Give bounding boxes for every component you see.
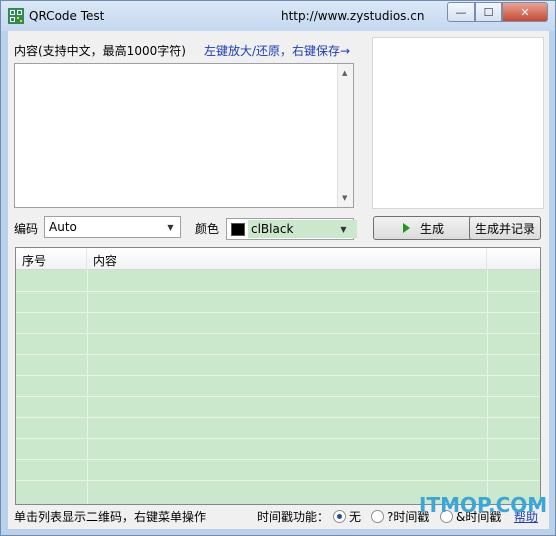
grid-line [16,438,540,439]
app-icon [8,8,24,24]
content-label: 内容(支持中文，最高1000字符) [14,44,186,58]
chevron-down-icon[interactable]: ▼ [335,220,352,238]
generate-record-button[interactable]: 生成并记录 [469,216,541,240]
grid-line [16,375,540,376]
column-header-index[interactable]: 序号 [16,248,87,270]
qrcode-preview[interactable] [372,37,544,209]
chevron-down-icon[interactable]: ▼ [162,218,179,236]
column-header-blank [487,248,540,270]
grid-line [16,480,540,481]
close-button[interactable]: ✕ [502,2,548,22]
grid-line [16,333,540,334]
site-watermark: ITMOP.COM [419,493,548,517]
generate-button[interactable]: 生成 [373,216,474,240]
timestamp-label: 时间戳功能： [257,510,330,524]
scroll-down-icon[interactable]: ▼ [342,194,347,202]
grid-line [16,459,540,460]
app-window: QRCode Test http://www.zystudios.cn — ☐ … [0,0,556,536]
encoding-value: Auto [49,220,77,234]
zoom-save-hint: 左键放大/还原，右键保存→ [204,44,351,58]
generate-record-label: 生成并记录 [474,221,535,236]
encoding-select[interactable]: Auto ▼ [44,216,181,238]
grid-line [16,396,540,397]
color-label: 颜色 [195,222,220,236]
generate-label: 生成 [419,221,444,236]
client-area: 内容(支持中文，最高1000字符) 左键放大/还原，右键保存→ ▲ ▼ 编码 A… [8,31,549,529]
radio-none-label[interactable]: 无 [349,508,361,525]
column-header-content[interactable]: 内容 [87,248,487,270]
content-textarea[interactable]: ▲ ▼ [14,63,354,208]
grid-line [16,291,540,292]
title-bar: QRCode Test http://www.zystudios.cn — ☐ … [1,1,555,31]
maximize-button[interactable]: ☐ [475,2,502,22]
radio-question-timestamp[interactable] [371,510,384,523]
status-hint: 单击列表显示二维码，右键菜单操作 [14,510,207,524]
list-header: 序号 内容 [16,248,540,270]
grid-line [487,270,488,504]
window-title: QRCode Test [29,9,105,23]
record-list[interactable]: 序号 内容 [15,247,541,505]
window-url: http://www.zystudios.cn [281,9,425,23]
color-swatch [231,223,245,236]
minimize-button[interactable]: — [447,2,475,22]
color-select[interactable]: clBlack ▼ [226,218,357,240]
radio-none[interactable] [333,510,346,523]
grid-line [16,354,540,355]
scroll-up-icon[interactable]: ▲ [342,69,347,77]
play-icon [402,223,410,233]
grid-line [16,312,540,313]
content-scrollbar[interactable]: ▲ ▼ [337,64,353,207]
grid-line [16,417,540,418]
encoding-label: 编码 [14,222,39,236]
grid-line [87,270,88,504]
